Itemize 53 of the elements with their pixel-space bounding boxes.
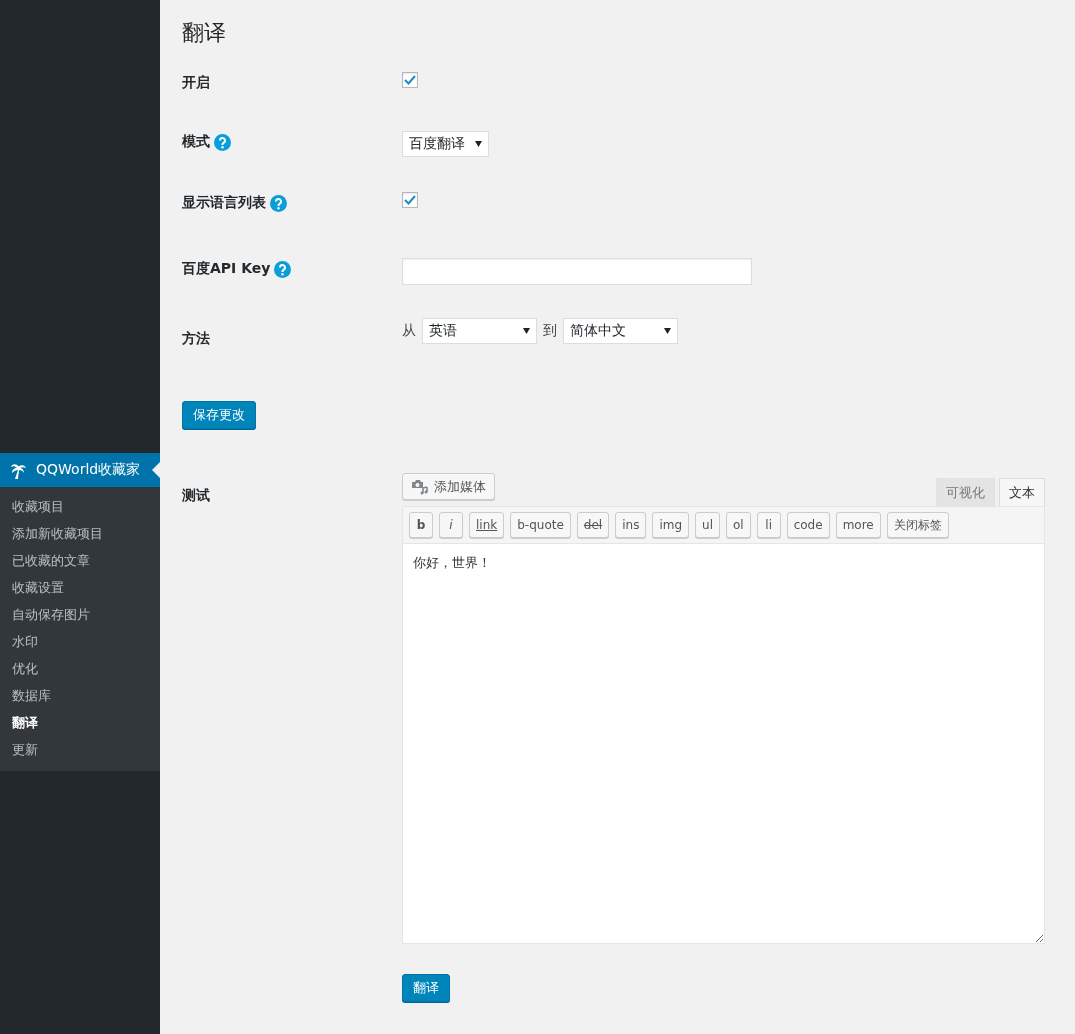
setting-label: 显示语言列表 [182, 194, 266, 212]
quicktag-button[interactable]: link [469, 512, 505, 538]
quicktag-button[interactable]: i [439, 512, 463, 538]
source-language-select[interactable]: 英语 [422, 318, 537, 344]
quicktag-button[interactable]: ul [695, 512, 720, 538]
checkbox[interactable] [402, 72, 418, 88]
quicktag-button[interactable]: img [652, 512, 690, 538]
plugin-menu-header[interactable]: QQWorld收藏家 [0, 453, 160, 487]
save-button[interactable]: 保存更改 [182, 401, 256, 429]
submenu-item[interactable]: 数据库 [0, 682, 160, 709]
submenu-item[interactable]: 自动保存图片 [0, 601, 160, 628]
submenu-item[interactable]: 优化 [0, 655, 160, 682]
to-label: 到 [543, 322, 557, 340]
palm-tree-icon [10, 461, 28, 479]
help-icon[interactable] [274, 260, 292, 278]
caret-icon [475, 141, 482, 147]
quicktag-button[interactable]: li [756, 512, 781, 538]
quicktag-button[interactable]: ol [726, 512, 751, 538]
setting-label: 模式 [182, 133, 210, 151]
mode-select[interactable]: 百度翻译 [402, 131, 489, 157]
submenu-item[interactable]: 收藏设置 [0, 574, 160, 601]
help-icon[interactable] [214, 133, 231, 151]
quicktag-button[interactable]: 关闭标签 [886, 512, 949, 538]
target-language-select[interactable]: 简体中文 [563, 318, 678, 344]
submenu-item[interactable]: 收藏项目 [0, 493, 160, 520]
setting-label: 百度API Key [182, 260, 271, 278]
editor-tab[interactable]: 文本 [999, 478, 1045, 506]
setting-label: 测试 [182, 487, 210, 505]
from-label: 从 [402, 322, 416, 340]
caret-icon [664, 328, 671, 334]
help-icon[interactable] [270, 194, 287, 212]
submenu-item[interactable]: 翻译 [0, 709, 160, 736]
translate-button[interactable]: 翻译 [402, 974, 450, 1002]
setting-label: 方法 [182, 330, 210, 348]
quicktag-button[interactable]: del [576, 512, 610, 538]
submenu-item[interactable]: 已收藏的文章 [0, 547, 160, 574]
quicktag-button[interactable]: ins [615, 512, 647, 538]
submenu-item[interactable]: 添加新收藏项目 [0, 520, 160, 547]
quicktag-button[interactable]: more [835, 512, 881, 538]
caret-icon [523, 328, 530, 334]
quicktag-button[interactable]: b-quote [510, 512, 571, 538]
camera-music-icon [411, 478, 429, 495]
quicktag-button[interactable]: b [409, 512, 433, 538]
page-title: 翻译 [182, 19, 227, 47]
submenu-item[interactable]: 更新 [0, 736, 160, 763]
api-key-field[interactable] [402, 258, 752, 285]
editor-tab[interactable]: 可视化 [936, 478, 995, 506]
submenu-item[interactable]: 水印 [0, 628, 160, 655]
checkbox[interactable] [402, 192, 418, 208]
quicktag-button[interactable]: code [786, 512, 830, 538]
editor-textarea[interactable]: 你好，世界！ [402, 543, 1045, 944]
add-media-button[interactable]: 添加媒体 [402, 473, 495, 500]
setting-label: 开启 [182, 74, 210, 92]
